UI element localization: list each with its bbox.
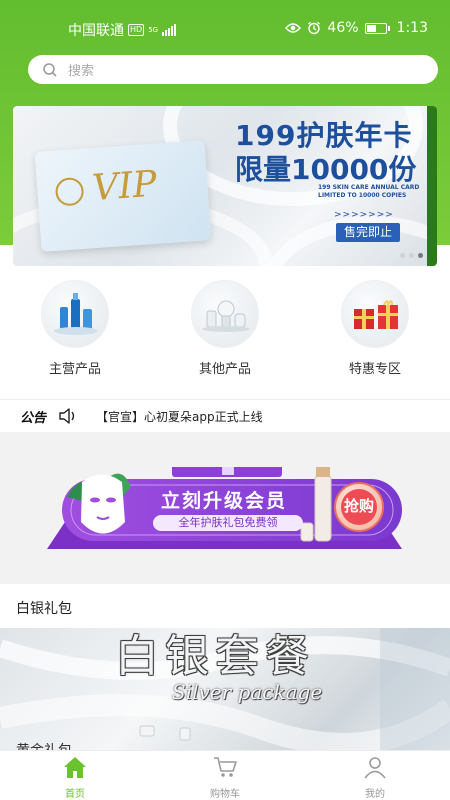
category-special-offers[interactable]: 特惠专区 [320,280,430,377]
gift-boxes-icon [341,280,409,348]
battery-icon [364,22,390,34]
eye-icon [285,23,302,33]
silver-package-banner[interactable]: 白银套餐 Silver package 黄金礼包 [0,628,450,750]
section-title-silver: 白银礼包 [16,601,72,617]
carousel-dots [400,253,423,258]
banner-arrows: >>>>>>> [334,210,394,220]
banner-subtitle: 限量10000份 [235,153,417,186]
status-right: 46% 1:13 [285,20,428,36]
category-label: 其他产品 [198,362,251,377]
bottom-tab-bar: 首页 购物车 我的 [0,750,450,800]
clock: 1:13 [396,20,428,36]
notice-title: 公告 [20,410,47,426]
upgrade-member-banner[interactable]: 立刻升级会员 全年护肤礼包免费领 抢购 [47,463,402,551]
tab-label: 购物车 [210,789,240,800]
search-icon [43,62,57,77]
category-other-products[interactable]: 其他产品 [170,280,280,377]
tab-home[interactable]: 首页 [35,755,115,800]
banner-cta-button[interactable]: 售完即止 [336,223,400,242]
banner-english: 199 SKIN CARE ANNUAL CARD LIMITED TO 100… [318,184,420,199]
network-type: 5G [148,25,159,34]
user-icon [364,757,386,779]
category-label: 主营产品 [48,362,101,377]
tab-label: 我的 [365,789,385,800]
promo-buy-button[interactable]: 抢购 [341,495,377,516]
banner-edge [427,106,437,266]
package-subtitle: Silver package [172,680,323,704]
speaker-icon [59,408,75,424]
category-label: 特惠专区 [348,362,401,377]
battery-percent: 46% [327,20,359,36]
tab-profile[interactable]: 我的 [335,755,415,800]
home-icon [64,757,86,778]
promo-banner[interactable]: VIP 199护肤年卡 限量10000份 199 SKIN CARE ANNUA… [13,106,437,266]
cart-icon [214,757,237,777]
promo-subtitle: 全年护肤礼包免费领 [153,515,303,531]
cosmetics-set-icon [191,280,259,348]
category-main-products[interactable]: 主营产品 [20,280,130,377]
vip-card-text: VIP [90,163,159,210]
hd-badge: HD [128,24,145,36]
status-bar: 中国联通 HD 5G 46% 1:13 [0,0,450,56]
member-promo-section: 立刻升级会员 全年护肤礼包免费领 抢购 [0,432,450,584]
promo-title: 立刻升级会员 [161,490,288,512]
package-title: 白银套餐 [115,631,315,682]
category-grid: 主营产品 其他产品 特惠专区 [0,280,450,400]
tab-label: 首页 [65,789,85,800]
signal-icon [162,24,177,36]
search-bar[interactable]: 搜索 [28,55,438,84]
carrier-name: 中国联通 [68,23,124,39]
section-title-gold: 黄金礼包 [16,740,72,750]
alarm-icon [308,21,321,35]
vip-card-image: VIP [34,140,212,252]
tab-cart[interactable]: 购物车 [185,755,265,800]
carrier-info: 中国联通 HD 5G [68,20,177,40]
skincare-bottles-icon [41,280,109,348]
notice-bar[interactable]: 公告 【官宣】心初夏朵app正式上线 [0,400,450,432]
vip-logo-icon [54,176,85,207]
search-placeholder: 搜索 [68,64,95,79]
notice-text: 【官宣】心初夏朵app正式上线 [96,409,263,424]
